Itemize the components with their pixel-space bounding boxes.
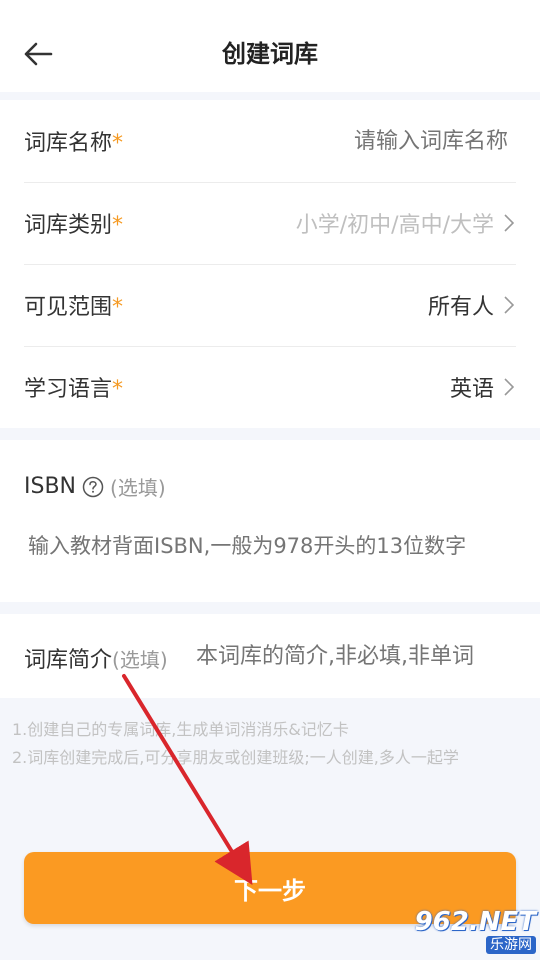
tip-item: 2.词库创建完成后,可分享朋友或创建班级;一人创建,多人一起学 [12, 748, 459, 767]
chevron-right-icon [502, 377, 516, 397]
category-value: 小学/初中/高中/大学 [295, 213, 494, 238]
language-value: 英语 [449, 377, 494, 402]
chevron-right-icon [502, 295, 516, 315]
name-label: 词库名称* [24, 131, 124, 156]
intro-optional-label: (选填) [112, 648, 168, 672]
isbn-title: ISBN (选填) [24, 472, 166, 501]
intro-card: 词库简介(选填) [0, 614, 540, 698]
visibility-value: 所有人 [427, 295, 494, 320]
language-label: 学习语言* [24, 377, 124, 402]
category-row[interactable]: 词库类别* 小学/初中/高中/大学 [0, 182, 540, 264]
page-title: 创建词库 [222, 40, 318, 68]
tips: 1.创建自己的专属词库,生成单词消消乐&记忆卡 2.词库创建完成后,可分享朋友或… [12, 716, 532, 772]
required-mark: * [112, 377, 124, 402]
next-button[interactable]: 下一步 [24, 852, 516, 924]
name-input[interactable] [246, 127, 510, 155]
isbn-input[interactable] [28, 534, 518, 558]
required-mark: * [112, 213, 124, 238]
visibility-label: 可见范围* [24, 295, 124, 320]
form-card: 词库名称* 词库类别* 小学/初中/高中/大学 可见范围* 所有人 学习语言* … [0, 100, 540, 428]
required-mark: * [112, 295, 124, 320]
category-label: 词库类别* [24, 213, 124, 238]
required-mark: * [112, 131, 124, 156]
question-circle-icon[interactable] [82, 476, 104, 498]
name-row[interactable]: 词库名称* [0, 100, 540, 182]
intro-input[interactable] [196, 644, 516, 669]
tip-item: 1.创建自己的专属词库,生成单词消消乐&记忆卡 [12, 720, 349, 739]
isbn-optional-label: (选填) [110, 476, 166, 500]
chevron-right-icon [502, 213, 516, 233]
isbn-card: ISBN (选填) [0, 440, 540, 602]
isbn-label: ISBN [24, 474, 77, 499]
language-row[interactable]: 学习语言* 英语 [0, 346, 540, 428]
intro-label: 词库简介(选填) [24, 648, 168, 673]
visibility-row[interactable]: 可见范围* 所有人 [0, 264, 540, 346]
header: 创建词库 [0, 0, 540, 92]
